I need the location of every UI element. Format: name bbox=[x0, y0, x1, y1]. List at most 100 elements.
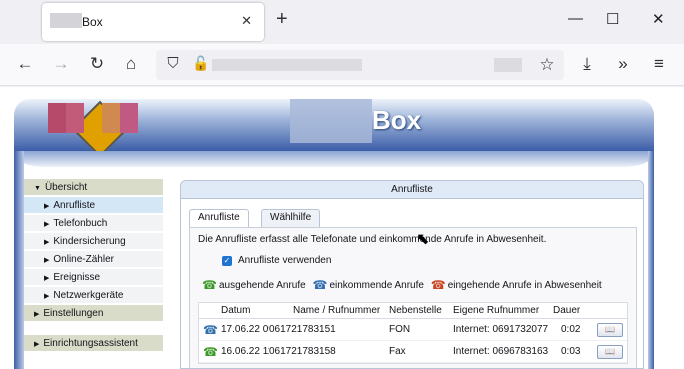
column-header: Nebenstelle bbox=[389, 305, 442, 316]
column-header: Dauer bbox=[553, 305, 581, 316]
sidebar-item-label: Übersicht bbox=[44, 182, 88, 193]
missed-call-icon: ☎ bbox=[430, 278, 446, 292]
caret-down-icon: ▼ bbox=[34, 185, 41, 192]
cell-extension: FON bbox=[389, 324, 411, 335]
cell-number: 061721783158 bbox=[269, 346, 336, 357]
reload-icon[interactable]: ↻ bbox=[86, 54, 108, 74]
logo-pixel-redacted bbox=[66, 103, 84, 133]
sidebar-item-label: Netzwerkgeräte bbox=[53, 290, 124, 301]
tab-title: Box bbox=[82, 15, 103, 29]
cell-date: 17.06.22 09:05 bbox=[221, 324, 269, 335]
panel-title: Anrufliste bbox=[181, 181, 643, 199]
tab-anrufliste[interactable]: Anrufliste bbox=[189, 209, 249, 227]
sidebar-item-telefonbuch[interactable]: ▶ Telefonbuch bbox=[24, 215, 163, 233]
logo-pixel-redacted bbox=[48, 103, 66, 133]
legend-outgoing: ausgehende Anrufe bbox=[218, 280, 306, 291]
table-row: ☎17.06.22 09:05061721783151 FON Internet: … bbox=[199, 319, 627, 341]
column-header: Datum bbox=[221, 305, 251, 316]
caret-right-icon: ▶ bbox=[34, 311, 40, 318]
sidebar-item-label: Online-Zähler bbox=[53, 254, 114, 265]
call-list-panel: Anrufliste Anrufliste Wählhilfe Die Anru… bbox=[180, 180, 644, 369]
sidebar-item-anrufliste[interactable]: ▶ Anrufliste bbox=[24, 197, 163, 215]
page-banner: Box bbox=[14, 99, 654, 151]
download-icon[interactable]: ⤓ bbox=[576, 54, 598, 74]
table-header: Datum Name / Rufnummer Nebenstelle Eigen… bbox=[199, 303, 627, 319]
incoming-call-icon: ☎ bbox=[312, 278, 328, 292]
cell-extension: Fax bbox=[389, 346, 406, 357]
caret-right-icon: ▶ bbox=[44, 203, 50, 210]
browser-tab[interactable]: Box ✕ bbox=[42, 3, 264, 41]
page-viewport: Box ▼ Übersicht ▶ Anrufliste ▶ Telefonbuch ▶ Ki… bbox=[0, 87, 684, 369]
sidebar-item-einstellungen[interactable]: ▶ Einstellungen bbox=[24, 305, 163, 323]
table-row: ☎16.06.22 11:46061721783158 Fax Internet: … bbox=[199, 341, 627, 363]
phonebook-icon[interactable]: 📖 bbox=[597, 345, 623, 359]
sidebar-item-label: Einstellungen bbox=[43, 308, 104, 319]
outgoing-call-icon: ☎ bbox=[203, 345, 218, 359]
maximize-icon[interactable]: ☐ bbox=[606, 10, 619, 28]
brand-redacted bbox=[290, 99, 372, 143]
caret-right-icon: ▶ bbox=[44, 293, 50, 300]
banner-title: Box bbox=[372, 105, 422, 135]
caret-right-icon: ▶ bbox=[44, 239, 50, 246]
window-close-icon[interactable]: ✕ bbox=[652, 10, 665, 28]
frame-right bbox=[648, 151, 654, 369]
call-list-checkbox[interactable]: ✓ bbox=[222, 256, 232, 266]
tab-body: Die Anrufliste erfasst alle Telefonate u… bbox=[189, 227, 637, 368]
caret-right-icon: ▶ bbox=[44, 257, 50, 264]
column-header: Name / Rufnummer bbox=[293, 305, 381, 316]
sidebar-item-online-z-hler[interactable]: ▶ Online-Zähler bbox=[24, 251, 163, 269]
banner-shade bbox=[14, 151, 654, 167]
url-text-redacted bbox=[212, 59, 362, 71]
sidebar-item-ereignisse[interactable]: ▶ Ereignisse bbox=[24, 269, 163, 287]
cell-duration: 0:03 bbox=[561, 346, 581, 357]
cell-own-number: Internet: 0691732077 bbox=[453, 324, 549, 335]
sidebar-item-label: Kindersicherung bbox=[53, 236, 126, 247]
description-text: Die Anrufliste erfasst alle Telefonate u… bbox=[198, 234, 547, 245]
frame-left bbox=[14, 151, 24, 369]
home-icon[interactable]: ⌂ bbox=[120, 54, 142, 74]
outgoing-call-icon: ☎ bbox=[202, 278, 217, 292]
call-table: Datum Name / Rufnummer Nebenstelle Eigen… bbox=[198, 302, 628, 364]
table-rows: ☎17.06.22 09:05061721783151 FON Internet: … bbox=[199, 319, 627, 363]
tab-favicon-redacted bbox=[50, 13, 82, 28]
tab-waehlhilfe[interactable]: Wählhilfe bbox=[261, 209, 321, 227]
new-tab-button[interactable]: + bbox=[276, 8, 288, 31]
back-icon[interactable]: ← bbox=[14, 54, 36, 74]
minimize-icon[interactable]: — bbox=[568, 10, 583, 27]
forward-icon[interactable]: → bbox=[50, 54, 72, 74]
mouse-cursor-icon: ⬉ bbox=[416, 231, 430, 248]
url-bar[interactable]: ⛉ 🔓 ☆ bbox=[156, 50, 564, 80]
logo-pixel-redacted bbox=[102, 103, 120, 133]
tab-close-icon[interactable]: ✕ bbox=[241, 13, 252, 29]
cell-own-number: Internet: 0696783163 bbox=[453, 346, 549, 357]
sidebar-item-kindersicherung[interactable]: ▶ Kindersicherung bbox=[24, 233, 163, 251]
side-menu: ▼ Übersicht ▶ Anrufliste ▶ Telefonbuch ▶ Kinder… bbox=[24, 179, 163, 353]
navigation-bar: ← → ↻ ⌂ ⛉ 🔓 ☆ ⤓ » ≡ bbox=[0, 44, 684, 86]
phonebook-icon[interactable]: 📖 bbox=[597, 323, 623, 337]
sidebar-item-label: Ereignisse bbox=[53, 272, 101, 283]
shield-icon[interactable]: ⛉ bbox=[162, 55, 184, 72]
sidebar-item-label: Einrichtungsassistent bbox=[43, 338, 138, 349]
caret-right-icon: ▶ bbox=[34, 341, 40, 348]
sidebar-item-einrichtungsassistent[interactable]: ▶ Einrichtungsassistent bbox=[24, 335, 163, 353]
bookmark-star-icon[interactable]: ☆ bbox=[536, 55, 558, 75]
cell-date: 16.06.22 11:46 bbox=[221, 346, 269, 357]
legend-incoming: einkommende Anrufe bbox=[329, 280, 424, 291]
app-menu-icon[interactable]: ≡ bbox=[648, 54, 670, 74]
call-type-legend: ☎ ausgehende Anrufe ☎ einkommende Anrufe ☎… bbox=[202, 278, 602, 292]
insecure-lock-icon[interactable]: 🔓 bbox=[190, 55, 212, 72]
sidebar-item-netzwerkger-te[interactable]: ▶ Netzwerkgeräte bbox=[24, 287, 163, 305]
incoming-call-icon: ☎ bbox=[203, 323, 218, 337]
tab-strip: Box ✕ + — ☐ ✕ bbox=[0, 0, 684, 44]
sidebar-item--bersicht[interactable]: ▼ Übersicht bbox=[24, 179, 163, 197]
legend-missed: eingehende Anrufe in Abwesenheit bbox=[447, 280, 602, 291]
caret-right-icon: ▶ bbox=[44, 221, 50, 228]
more-tools-icon[interactable]: » bbox=[612, 54, 634, 74]
logo-pixel-redacted bbox=[120, 103, 138, 133]
sidebar-item-label: Telefonbuch bbox=[53, 218, 108, 229]
caret-right-icon: ▶ bbox=[44, 275, 50, 282]
column-header: Eigene Rufnummer bbox=[453, 305, 540, 316]
sidebar-item-label: Anrufliste bbox=[53, 200, 96, 211]
cell-duration: 0:02 bbox=[561, 324, 581, 335]
cell-number: 061721783151 bbox=[269, 324, 336, 335]
